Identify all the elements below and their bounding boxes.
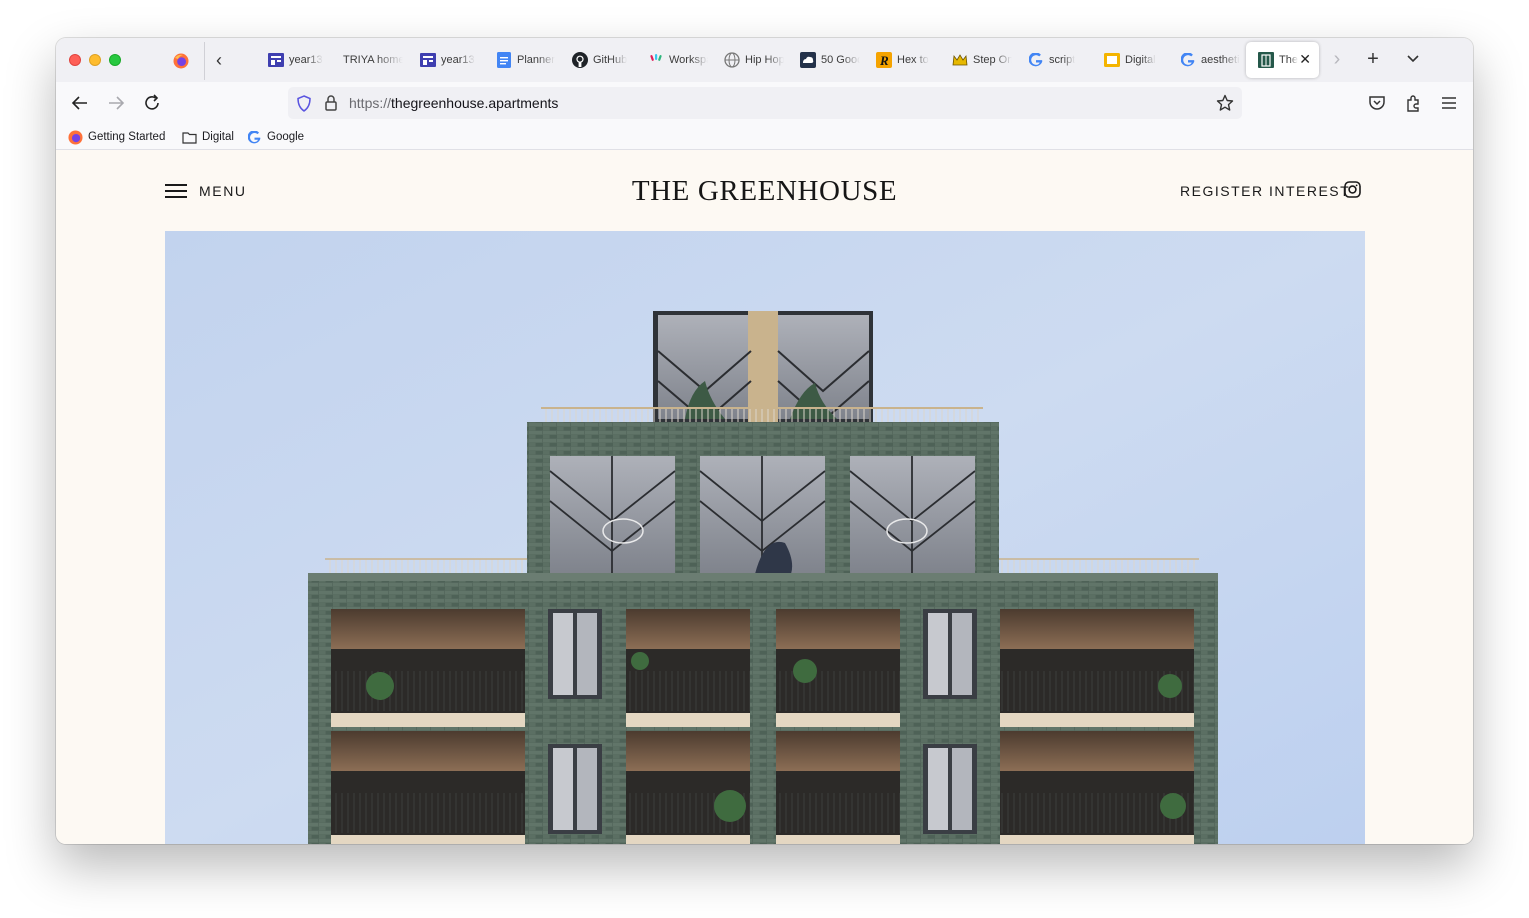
r-icon: R bbox=[876, 52, 892, 68]
tab-year13[interactable]: year13 bbox=[256, 42, 328, 78]
tab-label: aesthetic bbox=[1201, 54, 1240, 66]
navigation-toolbar: https://thegreenhouse.apartments bbox=[56, 82, 1473, 124]
crown-icon bbox=[952, 52, 968, 68]
bookmark-label: Getting Started bbox=[88, 131, 166, 143]
slack-icon bbox=[648, 52, 664, 68]
window-minimize-button[interactable] bbox=[89, 54, 101, 66]
register-interest-link[interactable]: REGISTER INTEREST bbox=[1180, 183, 1350, 199]
window-close-button[interactable] bbox=[69, 54, 81, 66]
extensions-icon[interactable] bbox=[1402, 92, 1424, 114]
bookmark-label: Google bbox=[267, 131, 305, 143]
tab-workspace[interactable]: Workspace bbox=[636, 42, 708, 78]
tab-label: 50 Good bbox=[821, 54, 860, 66]
hero-building-image bbox=[165, 231, 1365, 844]
docs-icon bbox=[496, 52, 512, 68]
pocket-icon[interactable] bbox=[1366, 92, 1388, 114]
tab-script[interactable]: script bbox=[1016, 42, 1088, 78]
tab-strip-divider bbox=[204, 42, 205, 80]
tab-label: script bbox=[1049, 54, 1076, 66]
bookmark-star-icon[interactable] bbox=[1216, 94, 1234, 112]
cloud-icon bbox=[800, 52, 816, 68]
tab-year13-2[interactable]: year13 bbox=[408, 42, 480, 78]
svg-text:R: R bbox=[879, 53, 889, 68]
tab-planner[interactable]: Planner bbox=[484, 42, 556, 78]
list-all-tabs-icon[interactable] bbox=[1402, 48, 1424, 70]
new-tab-icon[interactable]: + bbox=[1362, 48, 1384, 70]
tab-triya-home[interactable]: TRIYA home bbox=[331, 42, 403, 78]
back-icon[interactable] bbox=[69, 92, 91, 114]
globe-icon bbox=[724, 52, 740, 68]
greenhouse-icon bbox=[1258, 52, 1274, 68]
google-icon bbox=[1180, 52, 1196, 68]
lock-icon[interactable] bbox=[324, 94, 338, 112]
tab-label: Step One bbox=[973, 54, 1012, 66]
forms-icon bbox=[420, 52, 436, 68]
reload-icon[interactable] bbox=[141, 92, 163, 114]
firefox-icon[interactable] bbox=[173, 53, 189, 69]
instagram-icon[interactable] bbox=[1344, 181, 1361, 198]
tab-hip-hop[interactable]: Hip Hop bbox=[712, 42, 784, 78]
slides-icon bbox=[1104, 52, 1120, 68]
url-bar[interactable]: https://thegreenhouse.apartments bbox=[288, 87, 1242, 119]
tab-hex-to[interactable]: R Hex to bbox=[864, 42, 936, 78]
close-tab-icon[interactable]: ✕ bbox=[1299, 52, 1311, 66]
tab-aesthetic[interactable]: aesthetic bbox=[1168, 42, 1240, 78]
tab-step-one[interactable]: Step One bbox=[940, 42, 1012, 78]
tab-digital[interactable]: Digital bbox=[1092, 42, 1164, 78]
browser-window: ‹ year13 TRIYA home year13 Planner GitHu… bbox=[56, 38, 1473, 844]
forward-icon[interactable] bbox=[105, 92, 127, 114]
tab-label: Planner bbox=[517, 54, 555, 66]
tab-label: Hex to bbox=[897, 54, 929, 66]
tab-label: The bbox=[1279, 54, 1298, 66]
tab-label: Hip Hop bbox=[745, 54, 784, 66]
tab-the-greenhouse-active[interactable]: The ✕ bbox=[1246, 42, 1319, 78]
url-text[interactable]: https://thegreenhouse.apartments bbox=[349, 95, 558, 111]
tab-github[interactable]: GitHub bbox=[560, 42, 632, 78]
bookmarks-toolbar: Getting Started Digital Google bbox=[56, 124, 1473, 150]
bookmark-getting-started[interactable]: Getting Started bbox=[68, 128, 165, 146]
window-maximize-button[interactable] bbox=[109, 54, 121, 66]
tab-label: year13 bbox=[441, 54, 475, 66]
url-host: thegreenhouse.apartments bbox=[391, 95, 559, 111]
tab-label: TRIYA home bbox=[343, 54, 403, 66]
folder-icon bbox=[182, 130, 197, 145]
building-render bbox=[165, 231, 1365, 844]
scroll-tabs-left-icon[interactable]: ‹ bbox=[216, 50, 232, 70]
bookmark-label: Digital bbox=[202, 131, 234, 143]
bookmark-google[interactable]: Google bbox=[247, 128, 304, 146]
tab-label: Workspace bbox=[669, 54, 708, 66]
github-icon bbox=[572, 52, 588, 68]
app-menu-icon[interactable] bbox=[1438, 92, 1460, 114]
tab-50-good[interactable]: 50 Good bbox=[788, 42, 860, 78]
tab-label: year13 bbox=[289, 54, 323, 66]
bookmark-digital-folder[interactable]: Digital bbox=[182, 128, 234, 146]
firefox-icon bbox=[68, 129, 83, 145]
tracking-protection-shield-icon[interactable] bbox=[296, 95, 312, 112]
tab-list: year13 TRIYA home year13 Planner GitHub … bbox=[251, 42, 1336, 78]
scroll-tabs-right-icon[interactable]: › bbox=[1326, 48, 1348, 70]
tab-label: Digital bbox=[1125, 54, 1156, 66]
google-icon bbox=[247, 130, 262, 145]
tab-strip: ‹ year13 TRIYA home year13 Planner GitHu… bbox=[56, 38, 1473, 82]
url-scheme: https:// bbox=[349, 95, 392, 111]
forms-icon bbox=[268, 52, 284, 68]
tab-label: GitHub bbox=[593, 54, 628, 66]
google-icon bbox=[1028, 52, 1044, 68]
web-page: MENU THE GREENHOUSE REGISTER INTEREST bbox=[56, 151, 1473, 844]
